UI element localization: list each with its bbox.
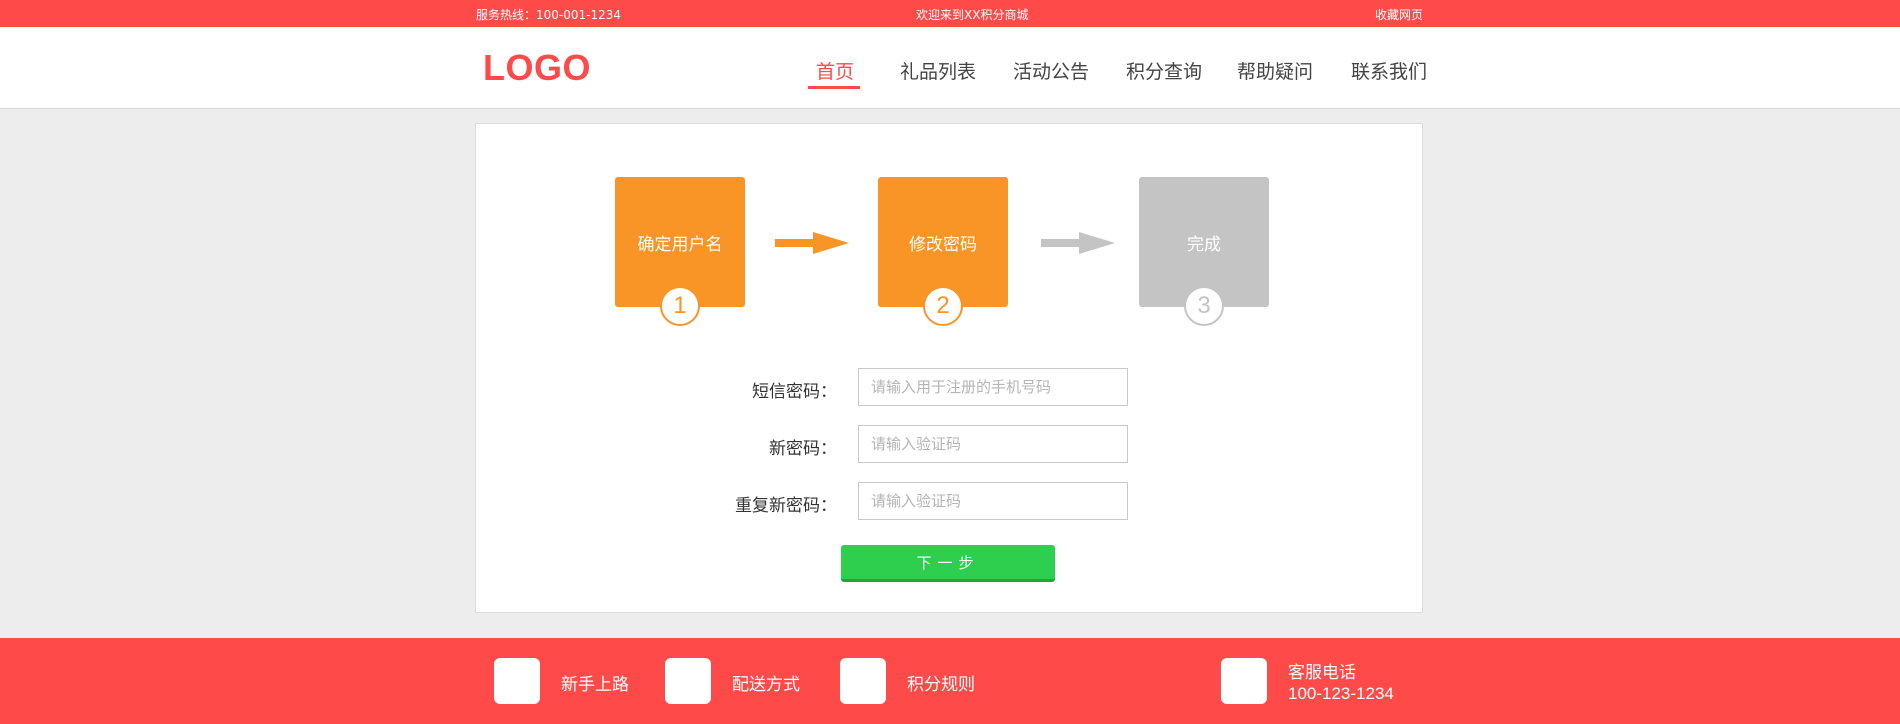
new-password-input[interactable] xyxy=(858,425,1128,463)
step-label: 确定用户名 xyxy=(637,234,723,255)
nav-item-announcements[interactable]: 活动公告 xyxy=(1013,57,1089,84)
customer-service-label: 客服电话 xyxy=(1288,663,1356,683)
nav-item-home[interactable]: 首页 xyxy=(816,57,854,84)
arrow-right-icon xyxy=(775,232,849,254)
footer-link-newbie[interactable]: 新手上路 xyxy=(561,670,629,695)
nav-item-gift-list[interactable]: 礼品列表 xyxy=(900,57,976,84)
main-nav: 首页 礼品列表 活动公告 积分查询 帮助疑问 联系我们 xyxy=(0,57,1900,97)
step-number-badge: 1 xyxy=(660,286,700,326)
nav-active-indicator xyxy=(808,86,860,89)
form-row-sms-password: 短信密码： xyxy=(476,368,1424,406)
top-bar: 服务热线：100-001-1234 欢迎来到XX积分商城 收藏网页 xyxy=(0,0,1900,27)
footer-link-points-rules[interactable]: 积分规则 xyxy=(907,670,975,695)
delivery-icon[interactable] xyxy=(665,658,711,704)
points-rules-icon[interactable] xyxy=(840,658,886,704)
step-label: 修改密码 xyxy=(909,234,977,255)
step-complete: 完成 3 xyxy=(1139,177,1269,326)
repeat-password-label: 重复新密码： xyxy=(735,496,837,516)
nav-item-contact[interactable]: 联系我们 xyxy=(1351,57,1427,84)
bookmark-link[interactable]: 收藏网页 xyxy=(1375,6,1423,23)
step-number-badge: 3 xyxy=(1184,286,1224,326)
step-label: 完成 xyxy=(1187,234,1221,255)
customer-service-phone: 100-123-1234 xyxy=(1288,684,1394,703)
step-confirm-username: 确定用户名 1 xyxy=(615,177,745,326)
form-row-new-password: 新密码： xyxy=(476,425,1424,463)
new-password-label: 新密码： xyxy=(769,439,837,459)
repeat-password-input[interactable] xyxy=(858,482,1128,520)
newbie-icon[interactable] xyxy=(494,658,540,704)
footer-link-delivery[interactable]: 配送方式 xyxy=(732,670,800,695)
arrow-right-icon xyxy=(1041,232,1115,254)
phone-icon xyxy=(1221,658,1267,704)
step-change-password: 修改密码 2 xyxy=(878,177,1008,326)
site-footer: 新手上路 配送方式 积分规则 客服电话 100-123-1234 xyxy=(0,638,1900,724)
welcome-message: 欢迎来到XX积分商城 xyxy=(916,8,1029,22)
sms-password-input[interactable] xyxy=(858,368,1128,406)
site-header: LOGO 首页 礼品列表 活动公告 积分查询 帮助疑问 联系我们 xyxy=(0,27,1900,109)
next-step-button[interactable]: 下一步 xyxy=(841,545,1055,582)
sms-password-label: 短信密码： xyxy=(752,382,837,402)
service-hotline: 服务热线：100-001-1234 xyxy=(476,8,622,22)
nav-item-help[interactable]: 帮助疑问 xyxy=(1237,57,1313,84)
form-row-repeat-password: 重复新密码： xyxy=(476,482,1424,520)
reset-password-panel: 确定用户名 1 修改密码 2 完成 3 短信密码： 新密码： 重复新密码： 下一… xyxy=(475,123,1423,613)
step-number-badge: 2 xyxy=(923,286,963,326)
nav-item-points-query[interactable]: 积分查询 xyxy=(1126,57,1202,84)
